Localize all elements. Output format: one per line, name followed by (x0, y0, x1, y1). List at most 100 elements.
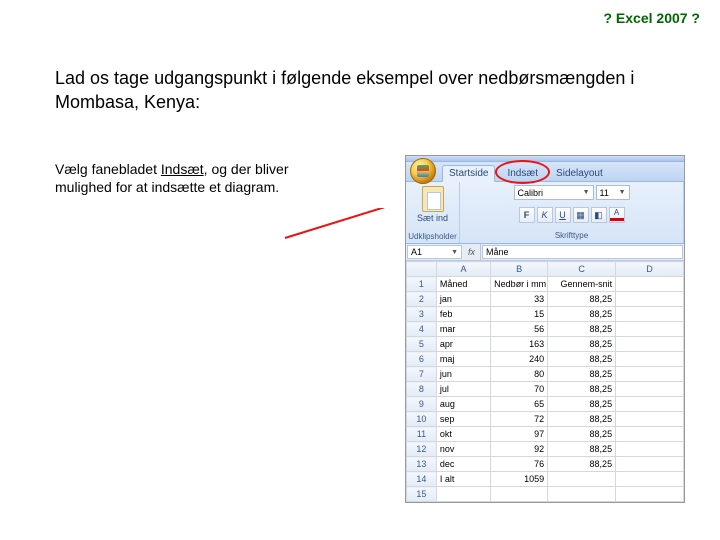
row-header[interactable]: 1 (407, 277, 437, 292)
cell[interactable] (616, 322, 684, 337)
cell[interactable] (616, 337, 684, 352)
fx-icon[interactable]: fx (463, 244, 481, 260)
underline-button[interactable]: U (555, 207, 571, 223)
col-header-c[interactable]: C (548, 262, 616, 277)
row-header[interactable]: 15 (407, 487, 437, 502)
cell[interactable]: Måned (436, 277, 490, 292)
cell[interactable] (616, 397, 684, 412)
row-header[interactable]: 3 (407, 307, 437, 322)
col-header-a[interactable]: A (436, 262, 490, 277)
table-row[interactable]: 4mar5688,25 (407, 322, 684, 337)
table-row[interactable]: 13dec7688,25 (407, 457, 684, 472)
row-header[interactable]: 11 (407, 427, 437, 442)
column-headers[interactable]: A B C D (407, 262, 684, 277)
table-row[interactable]: 10sep7288,25 (407, 412, 684, 427)
cell[interactable] (548, 472, 616, 487)
cell[interactable] (616, 487, 684, 502)
cell[interactable]: jan (436, 292, 490, 307)
cell[interactable] (616, 352, 684, 367)
row-header[interactable]: 2 (407, 292, 437, 307)
cell[interactable]: 88,25 (548, 382, 616, 397)
cell[interactable] (616, 307, 684, 322)
col-header-b[interactable]: B (491, 262, 548, 277)
spreadsheet-grid[interactable]: A B C D 1 Måned Nedbør i mm Gennem-snit … (406, 261, 684, 502)
cell[interactable]: 88,25 (548, 427, 616, 442)
table-row[interactable]: 9aug6588,25 (407, 397, 684, 412)
cell[interactable]: 76 (491, 457, 548, 472)
cell[interactable]: 88,25 (548, 307, 616, 322)
cell[interactable]: 80 (491, 367, 548, 382)
cell[interactable]: dec (436, 457, 490, 472)
cell[interactable]: 88,25 (548, 442, 616, 457)
cell[interactable] (616, 427, 684, 442)
cell[interactable]: jun (436, 367, 490, 382)
row-header[interactable]: 14 (407, 472, 437, 487)
row-header[interactable]: 8 (407, 382, 437, 397)
cell[interactable]: 65 (491, 397, 548, 412)
tab-startside[interactable]: Startside (442, 165, 495, 182)
table-row[interactable]: 15 (407, 487, 684, 502)
table-row[interactable]: 6maj24088,25 (407, 352, 684, 367)
cell[interactable] (548, 487, 616, 502)
table-row[interactable]: 7jun8088,25 (407, 367, 684, 382)
cell[interactable] (616, 292, 684, 307)
cell[interactable]: okt (436, 427, 490, 442)
cell[interactable]: aug (436, 397, 490, 412)
select-all-corner[interactable] (407, 262, 437, 277)
italic-button[interactable]: K (537, 207, 553, 223)
cell[interactable]: 88,25 (548, 397, 616, 412)
row-header[interactable]: 9 (407, 397, 437, 412)
cell[interactable]: 88,25 (548, 367, 616, 382)
cell[interactable]: I alt (436, 472, 490, 487)
cell[interactable]: 88,25 (548, 292, 616, 307)
cell[interactable]: 88,25 (548, 337, 616, 352)
cell[interactable]: 15 (491, 307, 548, 322)
table-row[interactable]: 8jul7088,25 (407, 382, 684, 397)
cell[interactable]: feb (436, 307, 490, 322)
paste-button[interactable]: Sæt ind (417, 184, 448, 223)
cell[interactable]: 33 (491, 292, 548, 307)
cell[interactable] (616, 367, 684, 382)
tab-sidelayout[interactable]: Sidelayout (550, 166, 609, 181)
table-row[interactable]: 1 Måned Nedbør i mm Gennem-snit (407, 277, 684, 292)
cell[interactable]: 163 (491, 337, 548, 352)
cell[interactable]: sep (436, 412, 490, 427)
cell[interactable] (436, 487, 490, 502)
cell[interactable] (491, 487, 548, 502)
font-name-combo[interactable]: Calibri ▼ (514, 185, 594, 200)
cell[interactable]: 70 (491, 382, 548, 397)
cell[interactable]: 56 (491, 322, 548, 337)
cell[interactable]: 92 (491, 442, 548, 457)
table-row[interactable]: 12nov9288,25 (407, 442, 684, 457)
table-row[interactable]: 5apr16388,25 (407, 337, 684, 352)
col-header-d[interactable]: D (616, 262, 684, 277)
tab-indsaet[interactable]: Indsæt (501, 166, 544, 181)
font-size-combo[interactable]: 11 ▼ (596, 185, 630, 200)
cell[interactable]: 88,25 (548, 457, 616, 472)
row-header[interactable]: 6 (407, 352, 437, 367)
table-row[interactable]: 11okt9788,25 (407, 427, 684, 442)
cell[interactable]: maj (436, 352, 490, 367)
cell[interactable] (616, 472, 684, 487)
cell[interactable]: apr (436, 337, 490, 352)
row-header[interactable]: 13 (407, 457, 437, 472)
office-button[interactable] (410, 158, 436, 184)
cell[interactable] (616, 457, 684, 472)
row-header[interactable]: 12 (407, 442, 437, 457)
cell[interactable]: 72 (491, 412, 548, 427)
cell[interactable] (616, 382, 684, 397)
border-button[interactable]: ▦ (573, 207, 589, 223)
bold-button[interactable]: F (519, 207, 535, 223)
cell[interactable]: 88,25 (548, 322, 616, 337)
row-header[interactable]: 7 (407, 367, 437, 382)
fill-color-button[interactable]: ◧ (591, 207, 607, 223)
cell[interactable]: mar (436, 322, 490, 337)
name-box[interactable]: A1 ▼ (407, 245, 462, 259)
cell[interactable] (616, 277, 684, 292)
cell[interactable]: 88,25 (548, 352, 616, 367)
row-header[interactable]: 5 (407, 337, 437, 352)
cell[interactable]: 97 (491, 427, 548, 442)
row-header[interactable]: 4 (407, 322, 437, 337)
cell[interactable]: 88,25 (548, 412, 616, 427)
row-header[interactable]: 10 (407, 412, 437, 427)
